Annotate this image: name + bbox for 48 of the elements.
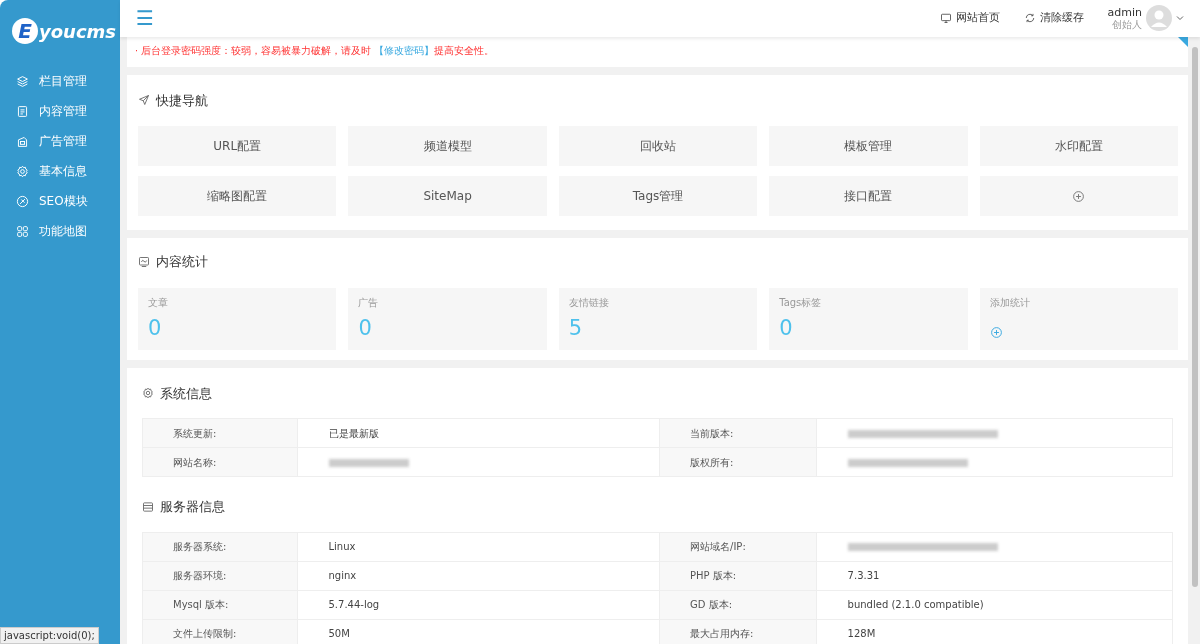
stat-label: 友情链接: [568, 295, 610, 310]
shortcut-button[interactable]: Tags管理: [558, 176, 758, 217]
info-value: bundled (2.1.0 compatible): [816, 590, 1173, 620]
info-label: 当前版本:: [659, 418, 817, 448]
section-title: 服务器信息: [160, 498, 225, 517]
shortcut-button[interactable]: 模板管理: [769, 126, 968, 167]
top-link[interactable]: 清除缓存: [1023, 10, 1084, 27]
user-name: admin: [1107, 6, 1142, 19]
info-label: 版权所有:: [659, 447, 817, 477]
info-label: 服务器环境:: [142, 561, 297, 591]
stat-value: 5: [568, 317, 584, 339]
shortcut-button[interactable]: 缩略图配置: [138, 176, 337, 217]
info-label: 系统更新:: [142, 418, 297, 448]
info-value: Linux: [297, 532, 660, 562]
top-link[interactable]: 网站首页: [939, 10, 1000, 27]
shortcut-button[interactable]: SiteMap: [348, 176, 547, 217]
info-value: nginx: [297, 561, 660, 591]
info-label: Mysql 版本:: [142, 590, 297, 620]
shortcut-button[interactable]: 水印配置: [979, 126, 1178, 167]
stat-value: 0: [779, 317, 794, 339]
info-value: 7.3.31: [816, 561, 1173, 591]
stat-label: Tags标签: [779, 295, 823, 310]
info-label: GD 版本:: [659, 590, 817, 620]
stat-label: 广告: [358, 295, 380, 310]
logo-text: youcms: [39, 19, 117, 44]
warning-text: · 后台登录密码强度：较弱，容易被暴力破解，请及时 【修改密码】提高安全性。: [135, 44, 495, 59]
stat-label: 添加统计: [989, 295, 1031, 310]
info-label: 网站名称:: [142, 447, 297, 477]
shortcut-button[interactable]: URL配置: [138, 126, 337, 167]
info-label: 文件上传限制:: [142, 619, 297, 644]
stat-label: 文章: [148, 295, 169, 310]
section-title: 快捷导航: [156, 91, 208, 110]
logo-icon: E: [12, 18, 38, 44]
status-url: javascript:void(0);: [0, 627, 99, 644]
section-title: 内容统计: [156, 253, 208, 272]
shortcut-button[interactable]: 频道模型: [348, 126, 547, 167]
stat-value: 0: [358, 317, 373, 339]
info-value: 5.7.44-log: [297, 590, 660, 620]
info-label: 网站域名/IP:: [659, 532, 817, 562]
shortcut-button[interactable]: 接口配置: [769, 176, 968, 217]
user-role: 创始人: [1112, 18, 1142, 30]
info-label: 服务器系统:: [142, 532, 297, 562]
info-label: 最大占用内存:: [659, 619, 817, 644]
info-label: PHP 版本:: [659, 561, 817, 591]
info-value: 已是最新版: [297, 418, 660, 448]
section-title: 系统信息: [160, 384, 212, 403]
stat-value: 0: [148, 317, 163, 339]
shortcut-button[interactable]: 回收站: [558, 126, 758, 167]
